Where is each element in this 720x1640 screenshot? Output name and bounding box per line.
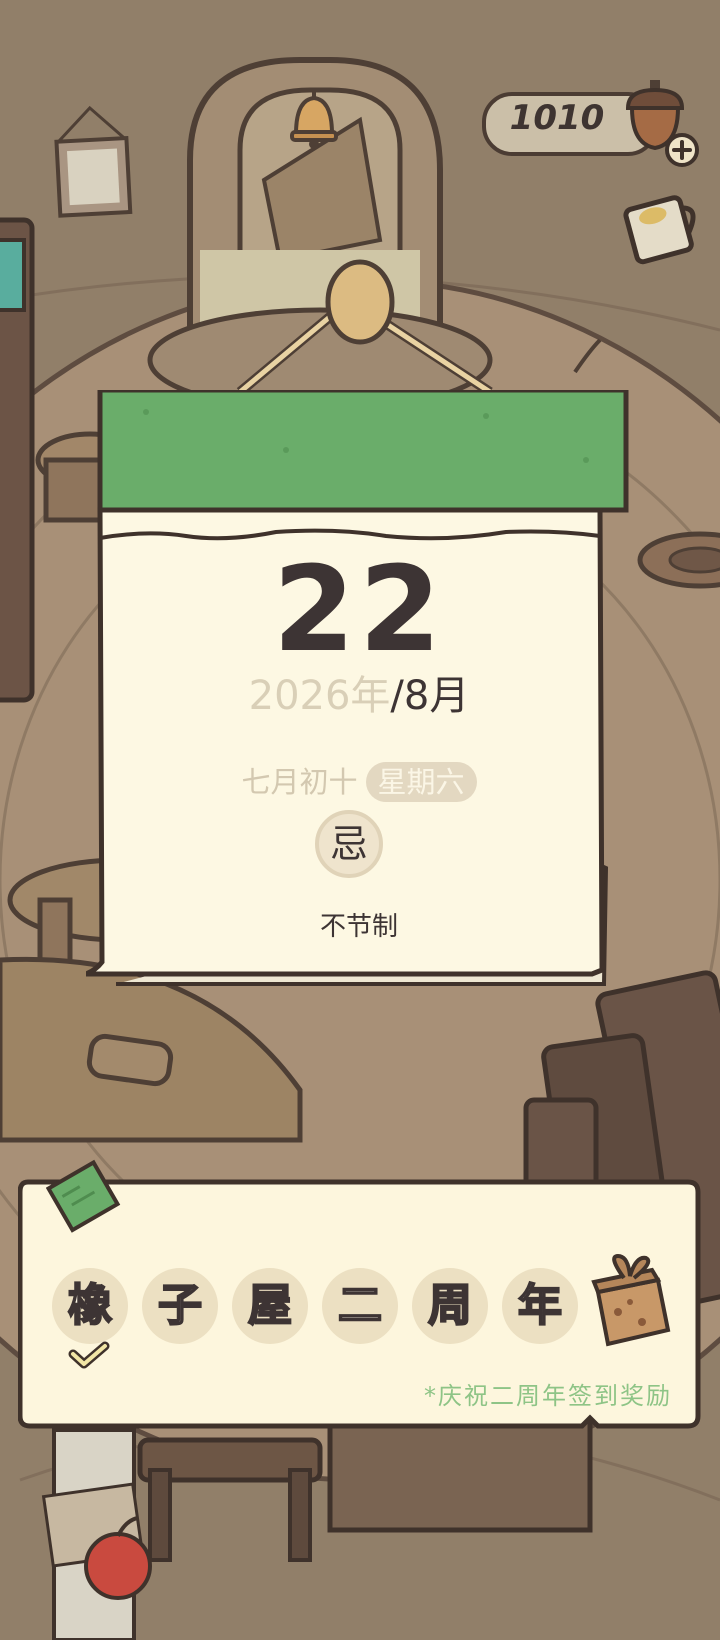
- avoid-description: 不节制: [319, 912, 398, 942]
- calendar-day: 22: [272, 540, 446, 678]
- signin-day-3[interactable]: 屋: [232, 1268, 308, 1344]
- signin-day-5[interactable]: 周: [412, 1268, 488, 1344]
- door-bell-icon: [290, 88, 338, 149]
- signin-reward-note: *庆祝二周年签到奖励: [424, 1382, 672, 1410]
- gift-box-icon[interactable]: [588, 1252, 676, 1350]
- ticket-badge-icon: [46, 1159, 121, 1233]
- plus-icon[interactable]: [664, 132, 700, 168]
- lunar-date: 七月初十: [241, 765, 358, 799]
- avoid-mark: 忌: [315, 810, 383, 878]
- signin-day-6[interactable]: 年: [502, 1268, 578, 1344]
- signin-characters: 橡 子 屋 二 周 年: [52, 1268, 592, 1348]
- acorn-currency[interactable]: 1010: [482, 80, 699, 168]
- checkmark-icon: [68, 1341, 110, 1369]
- signin-day-2[interactable]: 子: [142, 1268, 218, 1344]
- daily-calendar: 22 2026年/8月 七月初十 星期六 忌 不节制: [86, 390, 632, 990]
- acorn-count: 1010: [509, 98, 605, 138]
- calendar-month: /8月: [390, 673, 470, 719]
- weekday-badge: 星期六: [365, 762, 477, 802]
- calendar-year: 2026年: [248, 673, 391, 719]
- calendar-year-month: 2026年/8月: [146, 676, 572, 716]
- coffee-cup-icon[interactable]: [616, 184, 706, 270]
- signin-day-1[interactable]: 橡: [52, 1268, 128, 1344]
- signin-day-4[interactable]: 二: [322, 1268, 398, 1344]
- calendar-lunar-row: 七月初十 星期六: [86, 762, 632, 802]
